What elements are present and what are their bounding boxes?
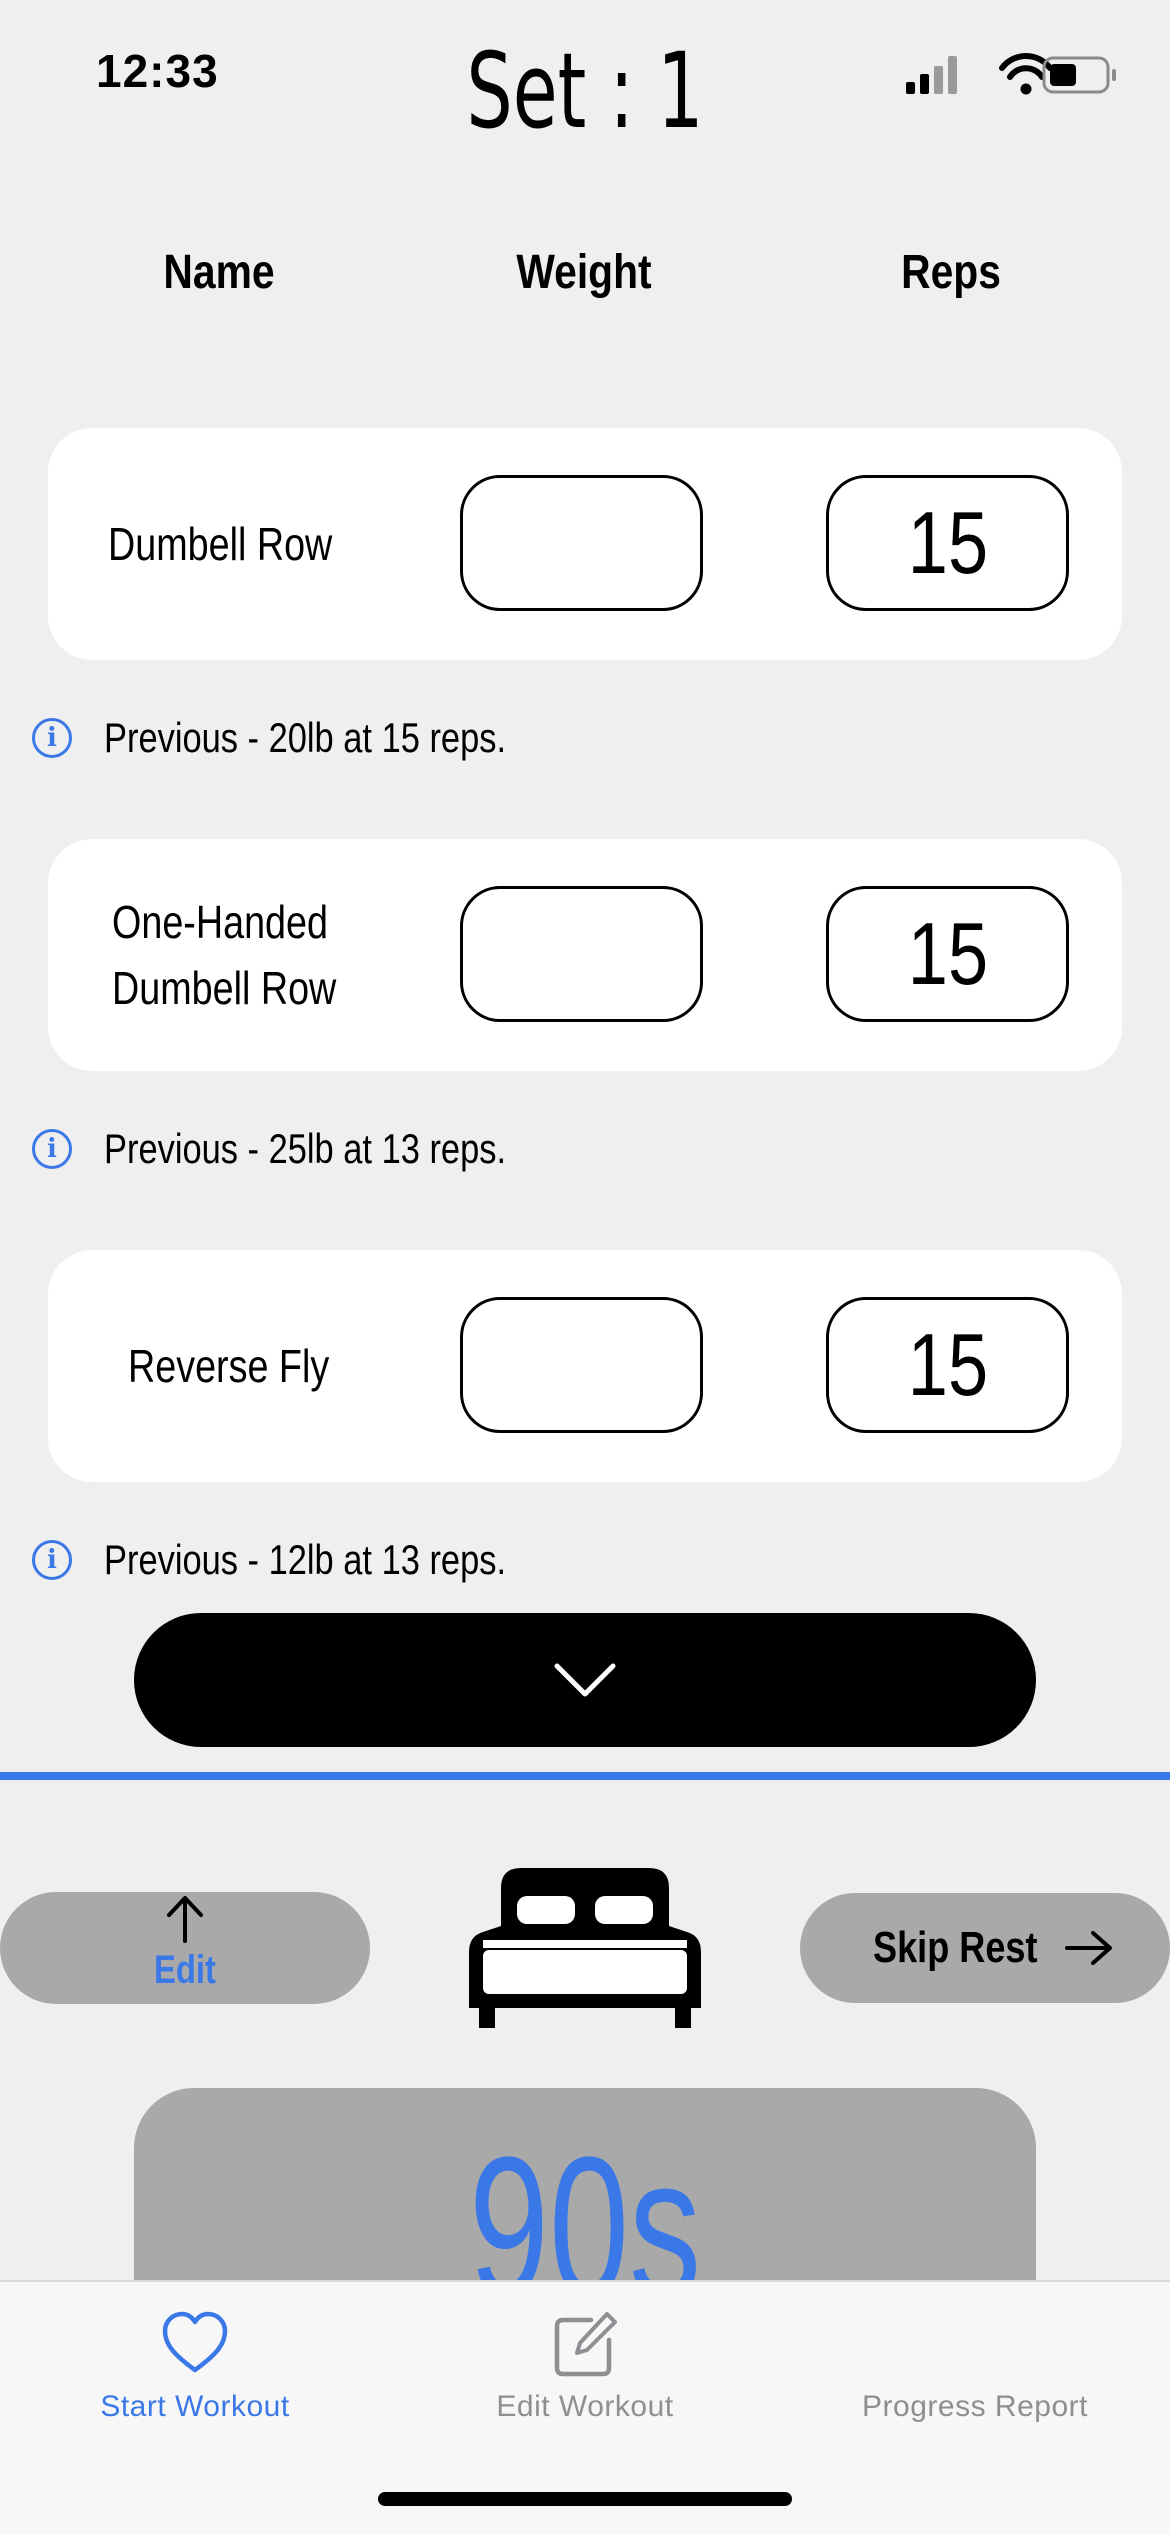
- section-divider: [0, 1772, 1170, 1780]
- home-indicator: [378, 2492, 792, 2506]
- skip-rest-label: Skip Rest: [872, 1923, 1038, 1972]
- edit-label: Edit: [154, 1948, 216, 1992]
- exercise-name: Dumbell Row: [108, 518, 333, 570]
- tab-progress-report[interactable]: Progress Report: [780, 2282, 1170, 2462]
- exercise-card: One-Handed Dumbell Row 15: [48, 839, 1122, 1071]
- column-header-reps: Reps: [901, 246, 1001, 299]
- tab-label: Edit Workout: [496, 2390, 674, 2423]
- reps-value: 15: [907, 493, 988, 592]
- exercise-card: Dumbell Row 15: [48, 428, 1122, 660]
- reps-value: 15: [907, 1315, 988, 1414]
- edit-icon: [554, 2312, 617, 2377]
- column-header-weight: Weight: [516, 246, 652, 299]
- tab-edit-workout[interactable]: Edit Workout: [390, 2282, 780, 2462]
- bed-icon: [465, 1868, 705, 2030]
- weight-input[interactable]: [460, 886, 703, 1022]
- tab-label: Start Workout: [100, 2390, 290, 2423]
- previous-info-row: i Previous - 20lb at 15 reps.: [32, 713, 594, 763]
- tab-start-workout[interactable]: Start Workout: [0, 2282, 390, 2462]
- weight-input[interactable]: [460, 1297, 703, 1433]
- cellular-signal-icon: [906, 56, 957, 94]
- reps-input[interactable]: 15: [826, 886, 1069, 1022]
- collapse-button[interactable]: [134, 1613, 1036, 1747]
- previous-text: Previous - 20lb at 15 reps.: [104, 714, 507, 761]
- exercise-name-line2: Dumbell Row: [112, 962, 337, 1014]
- battery-icon: [1042, 56, 1116, 94]
- exercise-name: Reverse Fly: [128, 1340, 330, 1392]
- info-icon[interactable]: i: [32, 718, 72, 758]
- info-icon[interactable]: i: [32, 1129, 72, 1169]
- weight-input[interactable]: [460, 475, 703, 611]
- arrow-up-icon: [0, 1893, 370, 1950]
- previous-info-row: i Previous - 12lb at 13 reps.: [32, 1535, 594, 1585]
- heart-icon: [162, 2311, 228, 2373]
- reps-value: 15: [907, 904, 988, 1003]
- info-icon[interactable]: i: [32, 1540, 72, 1580]
- chevron-down-icon: [554, 1663, 616, 1697]
- reps-input[interactable]: 15: [826, 1297, 1069, 1433]
- status-icons: [900, 50, 1120, 100]
- column-header-name: Name: [163, 246, 275, 299]
- reps-input[interactable]: 15: [826, 475, 1069, 611]
- previous-text: Previous - 25lb at 13 reps.: [104, 1125, 507, 1172]
- skip-rest-button[interactable]: Skip Rest: [800, 1893, 1170, 2003]
- arrow-right-icon: [1065, 1931, 1113, 1965]
- exercise-card: Reverse Fly 15: [48, 1250, 1122, 1482]
- previous-info-row: i Previous - 25lb at 13 reps.: [32, 1124, 594, 1174]
- exercise-name: One-Handed: [112, 896, 328, 948]
- tab-label: Progress Report: [862, 2390, 1088, 2423]
- previous-text: Previous - 12lb at 13 reps.: [104, 1536, 507, 1583]
